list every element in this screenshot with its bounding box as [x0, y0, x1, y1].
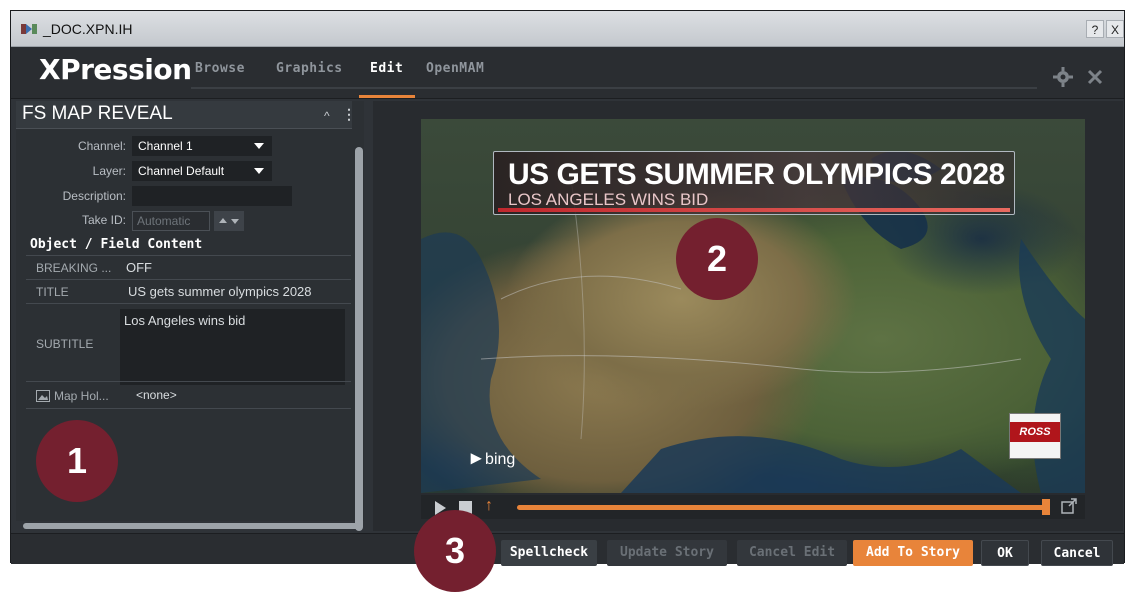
- tab-openmam[interactable]: OpenMAM: [426, 61, 484, 76]
- bing-logo: ▸ bing: [471, 445, 515, 470]
- add-to-story-button[interactable]: Add To Story: [853, 540, 973, 566]
- channel-label: Channel:: [77, 139, 126, 153]
- tab-graphics[interactable]: Graphics: [276, 61, 343, 76]
- field-value[interactable]: US gets summer olympics 2028: [128, 284, 312, 299]
- ross-logo: ROSS: [1009, 413, 1061, 459]
- title-bar: _DOC.XPN.IH ? X: [11, 11, 1124, 47]
- panel-vertical-scrollbar[interactable]: [355, 147, 363, 531]
- help-button[interactable]: ?: [1086, 20, 1104, 38]
- panel-title: FS MAP REVEAL: [22, 103, 173, 124]
- field-value[interactable]: <none>: [136, 388, 177, 402]
- ok-button[interactable]: OK: [981, 540, 1029, 566]
- field-row-map-holder[interactable]: Map Hol... <none>: [26, 381, 351, 409]
- spellcheck-button[interactable]: Spellcheck: [501, 540, 597, 566]
- take-id-label: Take ID:: [81, 213, 126, 227]
- tab-browse[interactable]: Browse: [195, 61, 245, 76]
- field-key: TITLE: [36, 285, 69, 299]
- image-icon: [36, 390, 50, 402]
- spin-down-icon[interactable]: [231, 219, 239, 224]
- external-link-icon[interactable]: [1061, 498, 1077, 514]
- object-field-heading: Object / Field Content: [30, 237, 203, 252]
- spin-up-icon[interactable]: [219, 218, 227, 223]
- lower-third-accent-bar: [498, 208, 1010, 212]
- bing-label: bing: [485, 451, 516, 468]
- lower-third-subline: LOS ANGELES WINS BID: [508, 190, 709, 209]
- xpression-window: _DOC.XPN.IH ? X XPression Browse Graphic…: [10, 10, 1125, 566]
- arrow-up-icon[interactable]: ↑: [485, 497, 493, 515]
- field-key: SUBTITLE: [36, 337, 94, 351]
- description-label: Description:: [62, 189, 126, 203]
- callout-2: 2: [676, 218, 758, 300]
- lower-third-graphic: US GETS SUMMER OLYMPICS 2028 LOS ANGELES…: [493, 151, 1015, 215]
- app-header: XPression Browse Graphics Edit OpenMAM: [11, 47, 1124, 99]
- nav-divider: [191, 87, 1037, 89]
- kebab-menu-icon[interactable]: ⋮: [342, 106, 356, 123]
- chevron-down-icon: [254, 143, 264, 149]
- close-window-button[interactable]: X: [1106, 20, 1124, 38]
- callout-1: 1: [36, 420, 118, 502]
- progress-handle[interactable]: [1042, 499, 1050, 515]
- cancel-edit-button[interactable]: Cancel Edit: [737, 540, 847, 566]
- callout-3: 3: [414, 510, 496, 592]
- field-value[interactable]: OFF: [126, 260, 152, 275]
- layer-value: Channel Default: [138, 164, 225, 178]
- chevron-up-icon[interactable]: ^: [324, 109, 330, 123]
- window-title: _DOC.XPN.IH: [43, 21, 133, 37]
- cancel-button[interactable]: Cancel: [1041, 540, 1113, 566]
- field-key: BREAKING ...: [36, 261, 112, 275]
- field-key: Map Hol...: [54, 389, 109, 403]
- gear-icon[interactable]: [1053, 67, 1073, 87]
- take-id-field[interactable]: Automatic: [132, 211, 210, 231]
- field-row-title[interactable]: TITLE US gets summer olympics 2028: [26, 279, 351, 303]
- chevron-down-icon: [254, 168, 264, 174]
- channel-select[interactable]: Channel 1: [132, 136, 272, 156]
- bing-icon: ▸: [471, 447, 482, 469]
- layer-label: Layer:: [92, 164, 126, 178]
- take-id-spinner[interactable]: [214, 211, 244, 231]
- ross-logo-text: ROSS: [1010, 422, 1060, 442]
- active-tab-indicator: [359, 95, 415, 98]
- app-icon: [21, 24, 37, 34]
- panel-title-bar: FS MAP REVEAL ^ ⋮: [16, 101, 356, 129]
- layer-select[interactable]: Channel Default: [132, 161, 272, 181]
- description-field[interactable]: [132, 186, 292, 206]
- transport-bar: ↑: [421, 495, 1085, 519]
- subtitle-textarea[interactable]: Los Angeles wins bid: [120, 309, 345, 385]
- tab-edit[interactable]: Edit: [370, 61, 403, 76]
- field-value[interactable]: Los Angeles wins bid: [120, 309, 245, 328]
- close-icon[interactable]: [1085, 67, 1105, 87]
- xpression-logo: XPression: [39, 53, 192, 86]
- lower-third-headline: US GETS SUMMER OLYMPICS 2028: [508, 158, 1005, 191]
- field-row-breaking[interactable]: BREAKING ... OFF: [26, 255, 351, 279]
- update-story-button[interactable]: Update Story: [607, 540, 727, 566]
- channel-value: Channel 1: [138, 139, 193, 153]
- progress-track[interactable]: [517, 505, 1047, 510]
- panel-horizontal-scrollbar[interactable]: [23, 523, 363, 529]
